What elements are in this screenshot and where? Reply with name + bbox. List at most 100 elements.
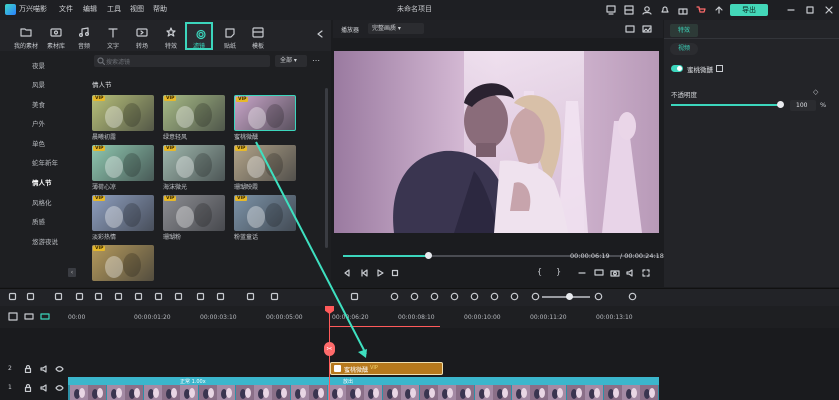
tool-effects[interactable]: 特效 bbox=[157, 22, 185, 50]
undo-icon[interactable] bbox=[54, 292, 63, 301]
zoom-slider-knob[interactable] bbox=[566, 293, 573, 300]
gift-icon[interactable] bbox=[678, 5, 688, 15]
menu-tools[interactable]: 工具 bbox=[107, 4, 121, 14]
caption-icon[interactable] bbox=[470, 292, 479, 301]
snapshot-icon[interactable] bbox=[642, 25, 652, 33]
camera-icon[interactable] bbox=[610, 269, 620, 277]
mute-icon[interactable] bbox=[40, 384, 48, 392]
magnet-icon[interactable] bbox=[40, 312, 50, 321]
marker-icon[interactable] bbox=[410, 292, 419, 301]
filter-thumbnail[interactable]: VIP bbox=[92, 245, 154, 281]
opacity-slider-track[interactable] bbox=[671, 104, 781, 106]
collapse-toolbar-icon[interactable] bbox=[316, 30, 324, 38]
filter-checkbox[interactable] bbox=[716, 65, 723, 72]
redo-icon[interactable] bbox=[75, 292, 84, 301]
account-icon[interactable] bbox=[642, 5, 652, 15]
image-icon[interactable] bbox=[625, 25, 635, 33]
zoom-out-icon[interactable] bbox=[531, 292, 540, 301]
video-preview[interactable] bbox=[334, 51, 659, 233]
edit-tool-icon[interactable] bbox=[26, 292, 35, 301]
volume-icon[interactable] bbox=[626, 269, 636, 277]
tool-template[interactable]: 模板 bbox=[244, 22, 272, 50]
split-button[interactable]: ✂ bbox=[324, 342, 335, 356]
category-item[interactable]: 悠游夜说 bbox=[32, 236, 58, 246]
display-icon[interactable] bbox=[594, 269, 604, 277]
mark-out-icon[interactable]: } bbox=[556, 267, 561, 276]
eye-icon[interactable] bbox=[55, 384, 64, 392]
tool-library[interactable]: 素材库 bbox=[42, 22, 70, 50]
mute-icon[interactable] bbox=[40, 365, 48, 373]
grid-icon[interactable] bbox=[628, 292, 637, 301]
layout-icon[interactable] bbox=[624, 5, 634, 15]
tool-filter[interactable]: 滤镜 bbox=[185, 22, 213, 50]
maximize-icon[interactable] bbox=[805, 5, 815, 15]
more-tools-icon[interactable] bbox=[350, 292, 359, 301]
shield-icon[interactable] bbox=[430, 292, 439, 301]
menu-file[interactable]: 文件 bbox=[59, 4, 73, 14]
filter-thumbnail[interactable]: VIP bbox=[163, 145, 225, 181]
audio-icon[interactable] bbox=[246, 292, 255, 301]
filter-thumbnail[interactable]: VIP bbox=[92, 95, 154, 131]
lock-icon[interactable] bbox=[24, 384, 32, 392]
tool-audio[interactable]: 音频 bbox=[70, 22, 98, 50]
mask-icon[interactable] bbox=[270, 292, 279, 301]
minimize-icon[interactable] bbox=[786, 5, 796, 15]
lock-icon[interactable] bbox=[24, 365, 32, 373]
filter-thumbnail[interactable]: VIP bbox=[92, 195, 154, 231]
stop-icon[interactable] bbox=[391, 269, 399, 277]
color-icon[interactable] bbox=[216, 292, 225, 301]
prev-frame-icon[interactable] bbox=[360, 269, 368, 277]
filter-thumbnail[interactable]: VIP bbox=[234, 145, 296, 181]
more-options-icon[interactable] bbox=[577, 269, 587, 277]
mark-in-icon[interactable]: { bbox=[537, 267, 542, 276]
category-item[interactable]: 风景 bbox=[32, 79, 45, 89]
menu-help[interactable]: 帮助 bbox=[153, 4, 167, 14]
link-icon[interactable] bbox=[24, 312, 34, 321]
filter-thumbnail[interactable]: VIP bbox=[163, 195, 225, 231]
filter-thumbnail[interactable]: VIP bbox=[234, 95, 296, 131]
more-options-icon[interactable]: ⋯ bbox=[312, 56, 320, 65]
clip-icon[interactable] bbox=[510, 292, 519, 301]
eye-icon[interactable] bbox=[55, 365, 64, 373]
play-icon[interactable] bbox=[376, 269, 384, 277]
cart-icon[interactable] bbox=[696, 5, 706, 15]
fullscreen-icon[interactable] bbox=[642, 269, 650, 277]
category-item-active[interactable]: 情人节 bbox=[32, 177, 52, 187]
text-tool-icon[interactable] bbox=[154, 292, 163, 301]
grid-scrollbar[interactable] bbox=[325, 88, 328, 248]
render-icon[interactable] bbox=[390, 292, 399, 301]
close-icon[interactable] bbox=[824, 5, 834, 15]
screen-icon[interactable] bbox=[490, 292, 499, 301]
filter-thumbnail[interactable]: VIP bbox=[92, 145, 154, 181]
tab-effects[interactable]: 特效 bbox=[670, 24, 698, 37]
category-item[interactable]: 风格化 bbox=[32, 197, 52, 207]
add-track-icon[interactable] bbox=[8, 312, 18, 321]
speed-icon[interactable] bbox=[196, 292, 205, 301]
monitor-icon[interactable] bbox=[606, 5, 616, 15]
select-tool-icon[interactable] bbox=[8, 292, 17, 301]
tab-video[interactable]: 视频 bbox=[670, 43, 698, 55]
category-item[interactable]: 蛇年新年 bbox=[32, 157, 58, 167]
category-item[interactable]: 质感 bbox=[32, 216, 45, 226]
quality-dropdown[interactable]: 完整画质 ▾ bbox=[368, 23, 424, 34]
step-back-icon[interactable] bbox=[343, 269, 351, 277]
category-item[interactable]: 单色 bbox=[32, 138, 45, 148]
tool-my-media[interactable]: 我的素材 bbox=[12, 22, 40, 50]
category-item[interactable]: 夜景 bbox=[32, 60, 45, 70]
category-item[interactable]: 美食 bbox=[32, 99, 45, 109]
category-item[interactable]: 户外 bbox=[32, 118, 45, 128]
tool-sticker[interactable]: 贴纸 bbox=[216, 22, 244, 50]
delete-icon[interactable] bbox=[94, 292, 103, 301]
menu-edit[interactable]: 编辑 bbox=[83, 4, 97, 14]
upload-icon[interactable] bbox=[714, 5, 724, 15]
crop-icon[interactable] bbox=[134, 292, 143, 301]
collapse-panel-button[interactable]: ‹ bbox=[68, 268, 76, 277]
opacity-input[interactable]: 100 bbox=[790, 100, 816, 111]
tool-transition[interactable]: 转场 bbox=[128, 22, 156, 50]
filter-dropdown[interactable]: 全部 ▾ bbox=[275, 55, 307, 67]
zoom-in-icon[interactable] bbox=[594, 292, 603, 301]
keyframe-icon[interactable]: ◇ bbox=[813, 88, 818, 96]
tool-text[interactable]: 文字 bbox=[99, 22, 127, 50]
bell-icon[interactable] bbox=[660, 5, 670, 15]
mic-icon[interactable] bbox=[450, 292, 459, 301]
